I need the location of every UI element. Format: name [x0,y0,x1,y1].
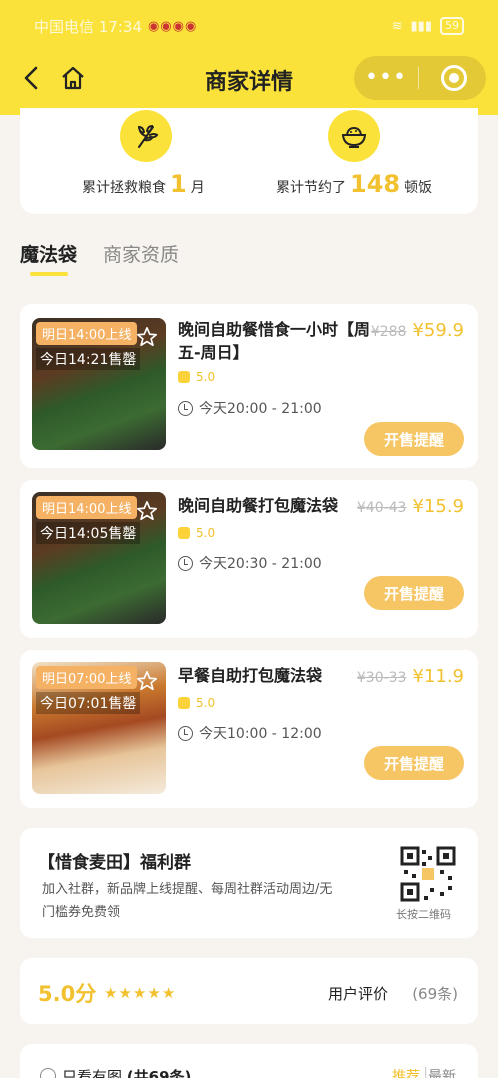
sale-reminder-button[interactable]: 开售提醒 [364,576,464,610]
product-rating: 5.0 [178,526,215,540]
signal-icon: ▮▮▮ [410,18,432,34]
capsule-divider [418,67,419,89]
review-count: (69条) [412,985,458,1003]
sort-recommended[interactable]: 推荐 [392,1066,420,1078]
notification-icons: ◉◉◉◉ [148,18,198,34]
review-score: 5.0分 [38,982,97,1006]
sale-price: ¥59.9 [412,320,464,341]
review-filter: 只看有图 (共69条) 推荐 | 最新 [20,1044,478,1078]
star-icon: ★ [161,984,176,1002]
favorite-star-icon[interactable] [136,500,158,522]
filter-label: 只看有图 [62,1068,123,1078]
favorite-star-icon[interactable] [136,326,158,348]
product-card[interactable]: 明日14:00上线 今日14:05售罄 晚间自助餐打包魔法袋 ¥40-43 ¥1… [20,480,478,638]
product-image: 明日14:00上线 今日14:21售罄 [32,318,166,450]
product-prices: ¥40-43 ¥15.9 [357,496,464,517]
product-name: 晚间自助餐打包魔法袋 [178,496,339,515]
battery-icon: 59 [440,17,464,35]
sold-out-tag: 今日14:05售罄 [36,522,141,544]
pickup-time: 今天20:00 - 21:00 [178,398,322,418]
rating-icon [178,697,190,709]
product-rating: 5.0 [178,696,215,710]
welfare-group-card[interactable]: 【惜食麦田】福利群 加入社群，新品牌上线提醒、每周社群活动周边/无门槛券免费领 … [20,828,478,938]
status-icons: ≋ ▮▮▮ 59 [392,17,464,35]
qr-label: 长按二维码 [396,908,451,921]
launch-tag: 明日14:00上线 [36,322,138,345]
rating-value: 5.0 [196,696,216,710]
tab-bar: 魔法袋 商家资质 [20,240,179,276]
original-price: ¥30-33 [356,670,407,686]
pickup-time: 今天20:30 - 21:00 [178,553,322,573]
product-name: 晚间自助餐惜食一小时【周五-周日】 [178,320,371,362]
rating-value: 5.0 [196,370,216,384]
rice-bowl-icon [328,110,380,162]
group-description: 加入社群，新品牌上线提醒、每周社群活动周边/无门槛券免费领 [42,882,333,920]
more-icon[interactable]: ••• [354,67,418,89]
star-icon: ★ [147,984,161,1002]
clock-icon [178,555,193,571]
rescued-value: 1 [170,170,187,198]
rating-value: 5.0 [196,526,216,540]
star-icon: ★ [104,984,118,1002]
nav-bar: 商家详情 ••• [0,52,498,108]
product-rating: 5.0 [178,370,215,384]
pickup-time-text: 今天20:00 - 21:00 [199,401,322,417]
image-only-label[interactable]: 只看有图 (共69条) [62,1066,191,1078]
product-prices: ¥30-33 ¥11.9 [357,666,464,687]
sold-out-tag: 今日07:01售罄 [36,692,141,714]
rating-icon [178,371,190,383]
review-label: 用户评价 [327,985,388,1003]
tab-merchant-qualification[interactable]: 商家资质 [103,240,179,267]
rating-icon [178,527,190,539]
sale-price: ¥15.9 [412,496,464,517]
product-image: 明日07:00上线 今日07:01售罄 [32,662,166,794]
wifi-icon: ≋ [391,18,403,34]
star-icon: ★ [132,984,147,1002]
favorite-star-icon[interactable] [136,670,158,692]
rescued-unit: 月 [190,180,205,196]
product-card[interactable]: 明日07:00上线 今日07:01售罄 早餐自助打包魔法袋 ¥30-33 ¥11… [20,650,478,808]
miniprogram-capsule: ••• [354,56,486,100]
sale-price: ¥11.9 [412,666,464,687]
status-bar: 中国电信 17:34 ◉◉◉◉ ≋ ▮▮▮ 59 [0,0,498,52]
group-title: 【惜食麦田】福利群 [38,853,191,873]
saved-stat: 累计节约了 148 顿饭 [276,170,432,198]
grain-icon [120,110,172,162]
review-summary[interactable]: 5.0分 ★ ★ ★ ★ ★ 用户评价 (69条) [20,958,478,1024]
saved-label: 累计节约了 [276,180,346,196]
filter-count: (共69条) [126,1068,192,1078]
tab-magic-bag[interactable]: 魔法袋 [20,240,77,276]
product-name: 早餐自助打包魔法袋 [178,666,323,685]
pickup-time-text: 今天10:00 - 12:00 [199,726,322,742]
clock-icon [178,725,193,741]
carrier-time: 中国电信 17:34 [34,17,142,36]
star-icon: ★ [118,984,132,1002]
launch-tag: 明日14:00上线 [36,496,138,519]
saved-value: 148 [350,170,401,198]
product-prices: ¥288 ¥59.9 [371,320,464,341]
rescued-label: 累计拯救粮食 [82,180,166,196]
pickup-time: 今天10:00 - 12:00 [178,723,322,743]
sale-reminder-button[interactable]: 开售提醒 [364,746,464,780]
pickup-time-text: 今天20:30 - 21:00 [199,556,322,572]
saved-unit: 顿饭 [404,180,433,196]
product-image: 明日14:00上线 今日14:05售罄 [32,492,166,624]
image-only-radio[interactable] [40,1068,56,1078]
sold-out-tag: 今日14:21售罄 [36,348,141,370]
close-miniprogram-icon[interactable] [441,65,467,91]
sale-reminder-button[interactable]: 开售提醒 [364,422,464,456]
launch-tag: 明日07:00上线 [36,666,138,689]
clock-icon [178,400,193,416]
sort-latest[interactable]: 最新 [428,1066,456,1078]
original-price: ¥288 [370,324,407,340]
qr-code-icon[interactable] [400,846,456,902]
rating-stars: ★ ★ ★ ★ ★ [104,984,175,1002]
product-card[interactable]: 明日14:00上线 今日14:21售罄 晚间自助餐惜食一小时【周五-周日】 ¥2… [20,304,478,468]
rescued-stat: 累计拯救粮食 1 月 [82,170,205,198]
original-price: ¥40-43 [356,500,407,516]
stats-card [20,108,478,214]
